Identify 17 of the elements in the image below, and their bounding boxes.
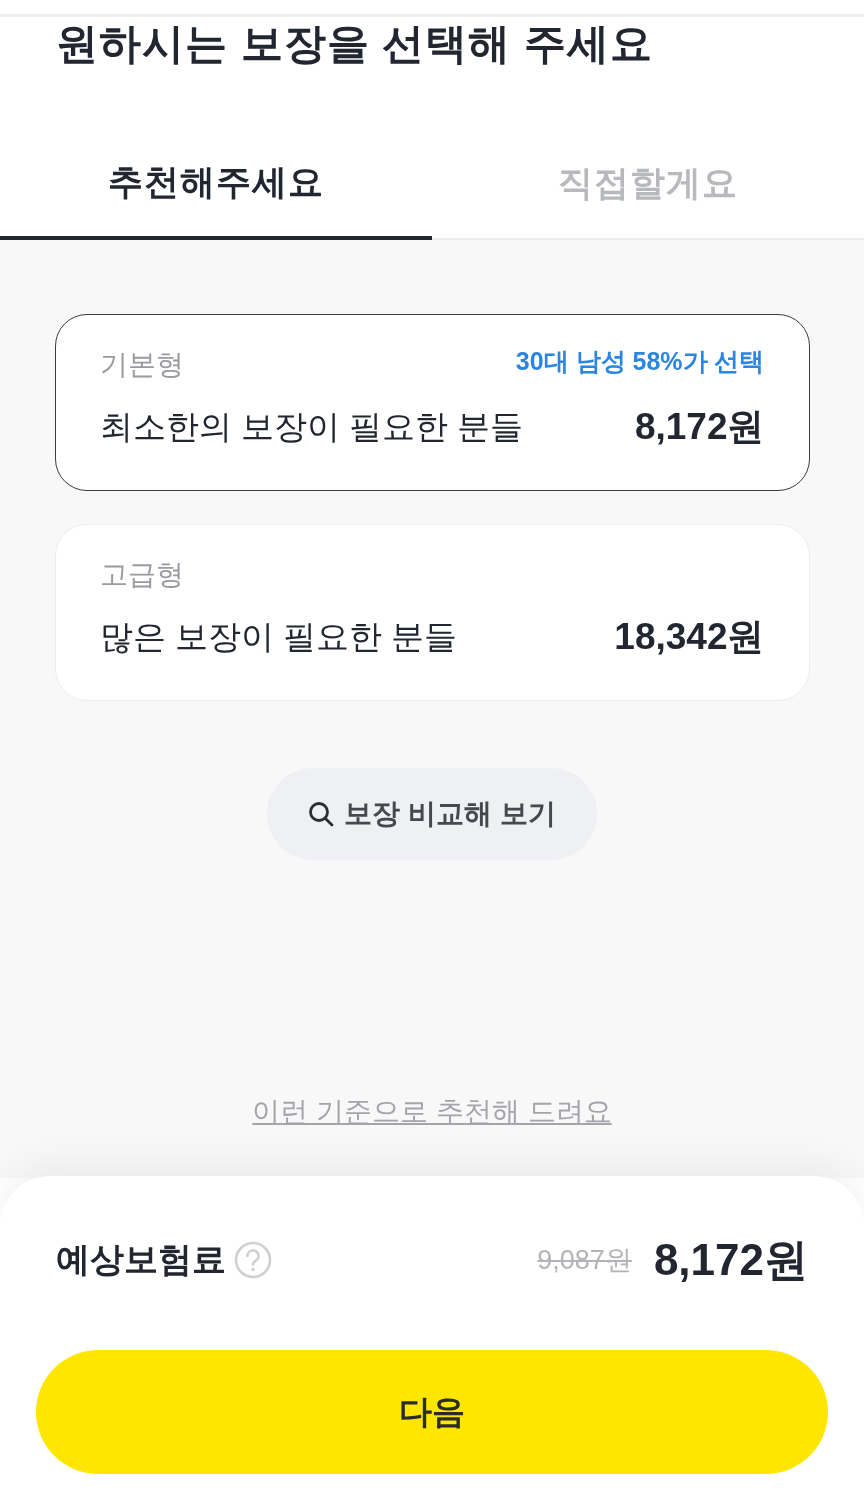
premium-label: 예상보험료	[56, 1239, 226, 1280]
popularity-badge-text: 30대 남성 58%가 선택	[515, 346, 765, 377]
plan-price: 18,342원	[614, 615, 765, 659]
help-icon[interactable]	[234, 1241, 272, 1279]
plan-description: 많은 보장이 필요한 분들	[99, 617, 457, 657]
plan-description: 최소한의 보장이 필요한 분들	[99, 407, 523, 447]
search-icon	[308, 801, 335, 827]
plan-price: 8,172원	[634, 405, 765, 449]
plan-card[interactable]: 고급형 많은 보장이 필요한 분들 18,342원	[54, 524, 810, 701]
plan-card[interactable]: 기본형 30대 남성 58%가 선택 최소한의 보장이 필요한 분들 8,172원	[54, 314, 810, 491]
original-price: 9,087원	[537, 1244, 632, 1277]
page-title: 원하시는 보장을 선택해 주세요	[55, 19, 654, 69]
total-price: 8,172원	[653, 1233, 808, 1286]
compare-coverage-button[interactable]: 보장 비교해 보기	[267, 768, 597, 860]
next-button[interactable]: 다음	[36, 1350, 828, 1474]
plan-name: 고급형	[99, 558, 184, 592]
plan-name: 기본형	[99, 348, 184, 382]
